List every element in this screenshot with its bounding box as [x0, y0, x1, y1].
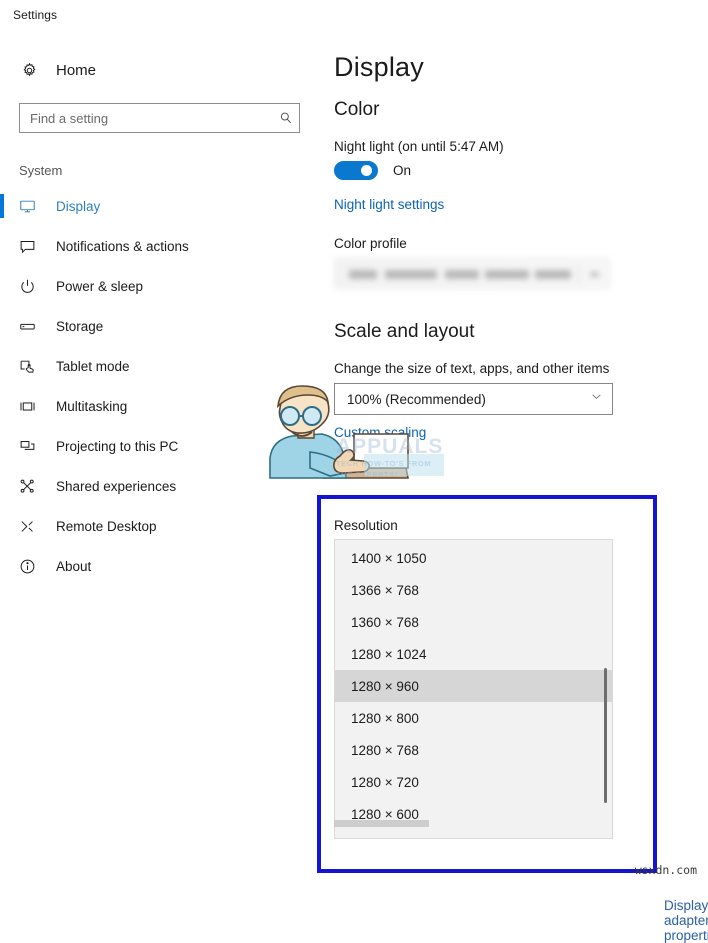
sidebar-item-storage[interactable]: Storage [0, 306, 320, 346]
sidebar-item-projecting[interactable]: Projecting to this PC [0, 426, 320, 466]
resolution-option-list: 1400 × 1050 1366 × 768 1360 × 768 1280 ×… [335, 540, 612, 830]
resolution-option[interactable]: 1360 × 768 [335, 606, 612, 638]
window-title: Settings [13, 8, 58, 22]
sidebar-item-label: Projecting to this PC [56, 438, 179, 454]
page-title: Display [334, 52, 424, 82]
search-box[interactable] [19, 103, 300, 133]
search-input[interactable] [20, 105, 273, 131]
sidebar-item-label: Tablet mode [56, 358, 130, 374]
color-section-heading: Color [334, 99, 380, 120]
sidebar-item-shared-experiences[interactable]: Shared experiences [0, 466, 320, 506]
custom-scaling-link[interactable]: Custom scaling [334, 425, 426, 440]
scale-dropdown-value: 100% (Recommended) [347, 391, 486, 407]
resolution-section: Resolution 1400 × 1050 1366 × 768 1360 ×… [334, 518, 628, 839]
sidebar-item-tablet-mode[interactable]: Tablet mode [0, 346, 320, 386]
resolution-option[interactable]: 1280 × 720 [335, 766, 612, 798]
power-icon [19, 278, 41, 295]
sidebar-item-label: Remote Desktop [56, 518, 157, 534]
site-credit: wsxdn.com [634, 863, 697, 877]
sidebar-item-label: Power & sleep [56, 278, 144, 294]
resolution-option[interactable]: 1280 × 800 [335, 702, 612, 734]
sidebar-item-label: Multitasking [56, 398, 128, 414]
night-light-toggle-row: On [334, 161, 708, 180]
sidebar-item-multitasking[interactable]: Multitasking [0, 386, 320, 426]
sidebar-item-label: Shared experiences [56, 478, 177, 494]
drive-icon [19, 318, 41, 335]
share-nodes-icon [19, 478, 41, 495]
sidebar-home-label: Home [56, 61, 97, 79]
speech-bubble-icon [19, 238, 41, 255]
scale-section-heading: Scale and layout [334, 321, 475, 342]
night-light-label: Night light (on until 5:47 AM) [334, 139, 504, 154]
tablet-hand-icon [19, 358, 41, 375]
night-light-state: On [393, 163, 412, 178]
sidebar-section-label: System [19, 163, 63, 178]
color-profile-label: Color profile [334, 236, 407, 251]
resolution-label: Resolution [334, 518, 398, 533]
monitor-icon [19, 198, 41, 215]
resolution-option-selected[interactable]: 1280 × 960 [335, 670, 612, 702]
remote-desktop-icon [19, 518, 41, 535]
resolution-option[interactable]: 1280 × 768 [335, 734, 612, 766]
sidebar-item-display[interactable]: Display [0, 186, 320, 226]
night-light-settings-link[interactable]: Night light settings [334, 197, 444, 212]
night-light-toggle[interactable] [334, 161, 378, 180]
sidebar: Home System Display [0, 30, 320, 885]
sidebar-item-label: Display [56, 198, 101, 214]
window-titlebar: Settings [0, 0, 708, 30]
sidebar-item-power-sleep[interactable]: Power & sleep [0, 266, 320, 306]
resolution-option[interactable]: 1280 × 1024 [335, 638, 612, 670]
project-screen-icon [19, 438, 41, 455]
settings-app: Home System Display [0, 30, 708, 943]
sidebar-item-label: About [56, 558, 92, 574]
vertical-scrollbar-thumb[interactable] [604, 668, 607, 803]
sidebar-item-label: Storage [56, 318, 104, 334]
info-circle-icon [19, 558, 41, 575]
resolution-listbox[interactable]: 1400 × 1050 1366 × 768 1360 × 768 1280 ×… [334, 539, 613, 839]
resolution-option[interactable]: 1400 × 1050 [335, 542, 612, 574]
toggle-knob [361, 165, 372, 176]
main-content: Display Color Night light (on until 5:47… [320, 30, 708, 943]
horizontal-scrollbar-thumb[interactable] [334, 820, 429, 827]
sidebar-item-remote-desktop[interactable]: Remote Desktop [0, 506, 320, 546]
chevron-down-icon [590, 390, 603, 408]
search-icon[interactable] [273, 111, 299, 125]
sidebar-item-home[interactable]: Home [0, 55, 320, 85]
scale-dropdown[interactable]: 100% (Recommended) [334, 383, 613, 415]
gear-icon [18, 62, 40, 79]
display-adapter-properties-link[interactable]: Display adapter properties [664, 898, 708, 943]
windows-split-icon [19, 398, 41, 415]
sidebar-item-label: Notifications & actions [56, 238, 189, 254]
sidebar-item-notifications[interactable]: Notifications & actions [0, 226, 320, 266]
color-profile-dropdown[interactable] [334, 258, 610, 289]
scale-label: Change the size of text, apps, and other… [334, 361, 610, 376]
resolution-option[interactable]: 1366 × 768 [335, 574, 612, 606]
sidebar-item-about[interactable]: About [0, 546, 320, 586]
